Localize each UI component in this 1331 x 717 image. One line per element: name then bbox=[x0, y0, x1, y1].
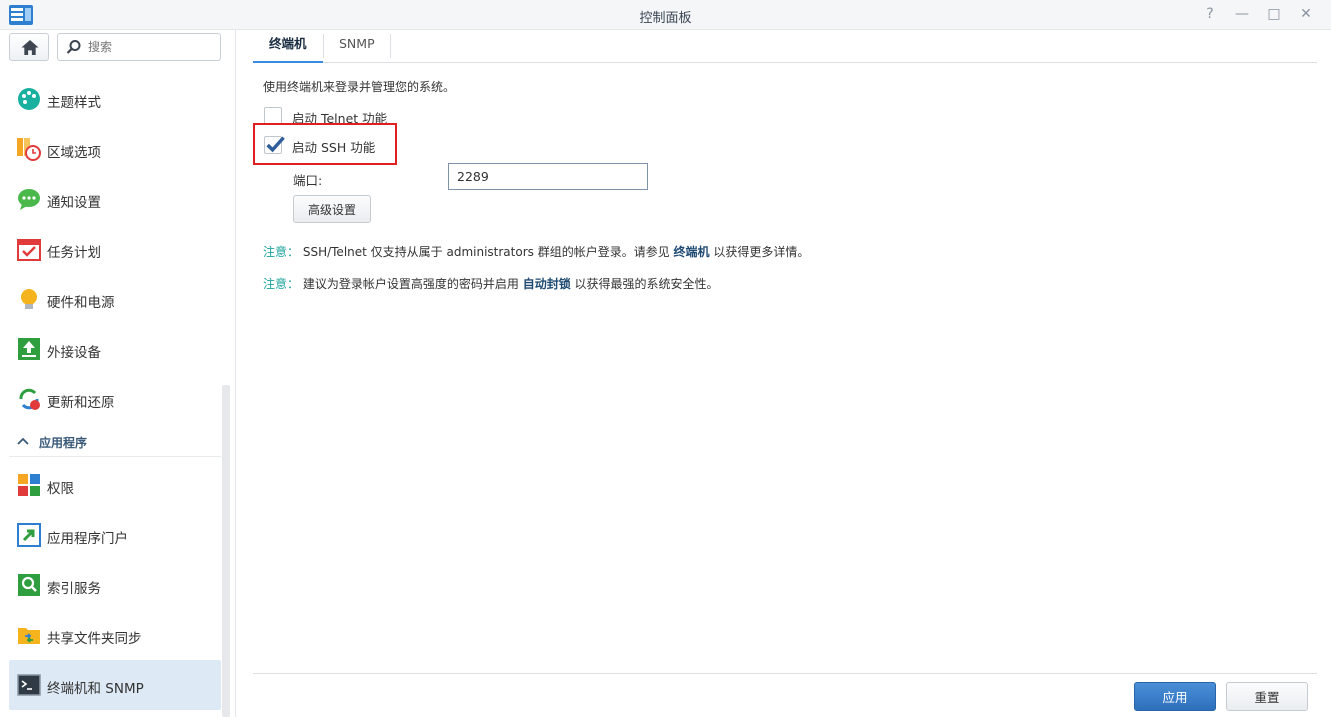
sidebar-item-label: 索引服务 bbox=[47, 581, 101, 597]
sidebar-item-update-restore[interactable]: 更新和还原 bbox=[9, 374, 221, 424]
calendar-check-icon bbox=[17, 239, 41, 261]
search-icon bbox=[66, 40, 81, 54]
port-input[interactable] bbox=[448, 163, 648, 190]
terminal-help-link[interactable]: 终端机 bbox=[674, 245, 710, 259]
chevron-up-icon bbox=[17, 437, 29, 445]
note-tag: 注意： bbox=[263, 277, 300, 291]
tab-terminal[interactable]: 终端机 bbox=[253, 30, 323, 63]
note-security: 注意： 建议为登录帐户设置高强度的密码并启用 自动封锁 以获得最强的系统安全性。 bbox=[263, 275, 719, 292]
sidebar-item-label: 共享文件夹同步 bbox=[47, 631, 142, 647]
sidebar: 主题样式 区域选项 通知设置 任务计划 bbox=[0, 30, 236, 717]
sidebar-item-task-scheduler[interactable]: 任务计划 bbox=[9, 224, 221, 274]
note-admin-only: 注意： SSH/Telnet 仅支持从属于 administrators 群组的… bbox=[263, 243, 809, 260]
section-applications[interactable]: 应用程序 bbox=[9, 427, 221, 457]
port-label: 端口: bbox=[293, 173, 323, 188]
sidebar-item-label: 通知设置 bbox=[47, 195, 101, 211]
sidebar-item-indexing[interactable]: 索引服务 bbox=[9, 560, 221, 610]
refresh-icon bbox=[19, 388, 40, 410]
sidebar-item-label: 硬件和电源 bbox=[47, 295, 115, 311]
sidebar-item-label: 应用程序门户 bbox=[47, 531, 128, 547]
minimize-icon[interactable]: — bbox=[1234, 6, 1250, 22]
sidebar-item-label: 区域选项 bbox=[47, 145, 101, 161]
window-title: 控制面板 bbox=[639, 11, 692, 26]
sidebar-item-label: 主题样式 bbox=[47, 95, 101, 111]
maximize-icon[interactable]: □ bbox=[1266, 6, 1282, 22]
tab-divider bbox=[390, 34, 391, 58]
apply-button[interactable]: 应用 bbox=[1134, 682, 1216, 711]
sidebar-item-label: 更新和还原 bbox=[47, 395, 115, 411]
region-clock-icon bbox=[17, 138, 41, 161]
note-tag: 注意： bbox=[263, 245, 300, 259]
sidebar-item-hardware-power[interactable]: 硬件和电源 bbox=[9, 274, 221, 324]
sidebar-item-shared-folder-sync[interactable]: 共享文件夹同步 bbox=[9, 610, 221, 660]
home-icon bbox=[21, 39, 39, 56]
advanced-settings-button[interactable]: 高级设置 bbox=[293, 195, 371, 223]
upload-arrow-icon bbox=[18, 338, 40, 360]
sidebar-item-external-devices[interactable]: 外接设备 bbox=[9, 324, 221, 374]
ssh-label: 启动 SSH 功能 bbox=[292, 140, 376, 155]
sidebar-item-privileges[interactable]: 权限 bbox=[9, 460, 221, 510]
search-box[interactable] bbox=[57, 33, 221, 61]
footer-divider bbox=[253, 673, 1317, 674]
tab-bar: 终端机 SNMP bbox=[253, 30, 1317, 63]
checkmark-icon bbox=[266, 136, 285, 153]
grid-blocks-icon bbox=[18, 474, 40, 496]
lightbulb-icon bbox=[21, 289, 37, 309]
sidebar-item-label: 终端机和 SNMP bbox=[47, 681, 144, 697]
sidebar-item-app-portal[interactable]: 应用程序门户 bbox=[9, 510, 221, 560]
note-text: 以获得更多详情。 bbox=[713, 245, 810, 259]
sidebar-item-label: 任务计划 bbox=[47, 245, 101, 261]
close-icon[interactable]: ✕ bbox=[1298, 6, 1314, 22]
reset-button[interactable]: 重置 bbox=[1226, 682, 1308, 711]
chat-bubble-icon bbox=[18, 189, 40, 210]
note-text: SSH/Telnet 仅支持从属于 administrators 群组的帐户登录… bbox=[302, 245, 670, 259]
note-text: 建议为登录帐户设置高强度的密码并启用 bbox=[302, 277, 519, 291]
palette-icon bbox=[18, 88, 40, 110]
section-label: 应用程序 bbox=[39, 436, 88, 450]
main-panel: 终端机 SNMP 使用终端机来登录并管理您的系统。 启动 Telnet 功能 启… bbox=[237, 30, 1331, 717]
ssh-checkbox[interactable] bbox=[264, 136, 285, 154]
terminal-icon bbox=[17, 674, 41, 696]
help-icon[interactable]: ? bbox=[1202, 6, 1218, 22]
sidebar-item-theme[interactable]: 主题样式 bbox=[9, 74, 221, 124]
sidebar-item-region[interactable]: 区域选项 bbox=[9, 124, 221, 174]
folder-sync-icon bbox=[18, 628, 40, 644]
sidebar-item-notification[interactable]: 通知设置 bbox=[9, 174, 221, 224]
description-text: 使用终端机来登录并管理您的系统。 bbox=[263, 80, 456, 94]
home-button[interactable] bbox=[9, 33, 49, 61]
sidebar-item-label: 权限 bbox=[47, 481, 74, 497]
sidebar-item-label: 外接设备 bbox=[47, 345, 101, 361]
note-text: 以获得最强的系统安全性。 bbox=[574, 277, 719, 291]
auto-block-link[interactable]: 自动封锁 bbox=[523, 277, 571, 291]
search-input[interactable] bbox=[88, 39, 214, 55]
tab-snmp[interactable]: SNMP bbox=[323, 30, 391, 63]
title-bar: 控制面板 ? — □ ✕ bbox=[0, 0, 1331, 30]
sidebar-scrollbar[interactable] bbox=[222, 385, 230, 717]
magnifier-icon bbox=[18, 574, 40, 596]
sidebar-item-terminal-snmp[interactable]: 终端机和 SNMP bbox=[9, 660, 221, 710]
portal-arrow-icon bbox=[17, 523, 41, 547]
